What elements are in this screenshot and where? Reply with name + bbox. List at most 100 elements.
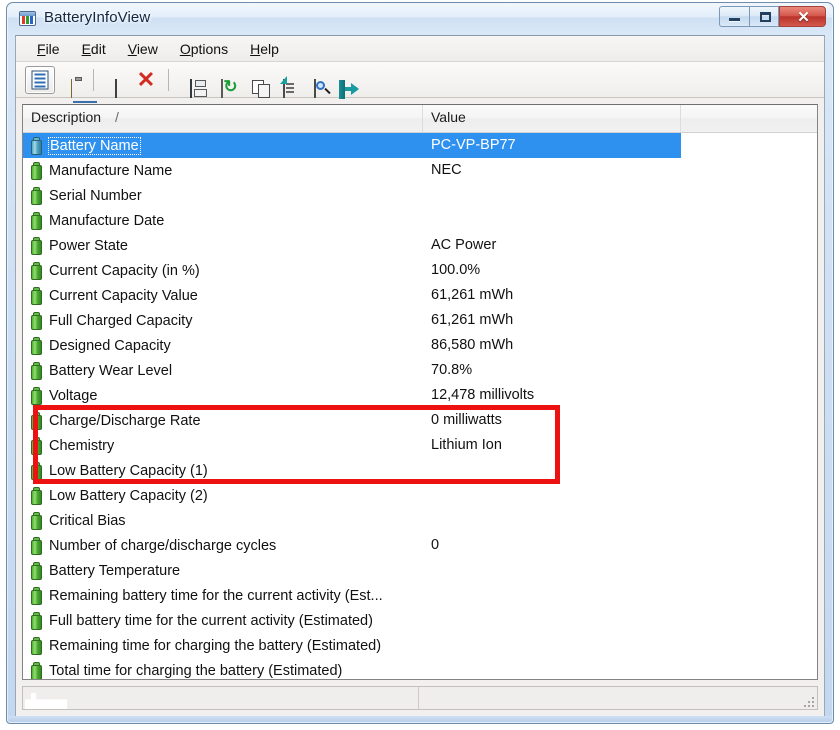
status-pane-left bbox=[23, 687, 419, 709]
clipboard-button[interactable] bbox=[56, 66, 99, 131]
table-row[interactable]: Chemistry Lithium Ion bbox=[23, 433, 817, 458]
html-report-button[interactable] bbox=[100, 66, 130, 98]
cell-description-label: Manufacture Date bbox=[49, 212, 165, 229]
list-body: Battery Name PC-VP-BP77 Manufacture Name NE… bbox=[23, 133, 817, 679]
table-row[interactable]: Voltage 12,478 millivolts bbox=[23, 383, 817, 408]
window-report-icon bbox=[115, 78, 117, 98]
list-header: Description / Value bbox=[23, 105, 817, 133]
cell-value bbox=[423, 633, 681, 658]
battery-icon bbox=[31, 636, 42, 655]
menu-item-file[interactable]: File bbox=[26, 39, 71, 59]
find-button[interactable] bbox=[299, 66, 329, 98]
copy-button[interactable] bbox=[237, 66, 270, 98]
close-button[interactable]: ✕ bbox=[779, 6, 826, 27]
menu-item-edit[interactable]: Edit bbox=[71, 39, 117, 59]
cell-description: Full Charged Capacity bbox=[23, 308, 423, 333]
title-bar[interactable]: BatteryInfoView ✕ bbox=[8, 4, 832, 34]
column-header-value[interactable]: Value bbox=[423, 105, 681, 132]
cell-description-label: Designed Capacity bbox=[49, 337, 171, 354]
table-row[interactable]: Battery Name PC-VP-BP77 bbox=[23, 133, 817, 158]
table-row[interactable]: Current Capacity Value 61,261 mWh bbox=[23, 283, 817, 308]
cell-description: Voltage bbox=[23, 383, 423, 408]
cell-description-label: Critical Bias bbox=[49, 512, 126, 529]
battery-info-app-icon bbox=[19, 11, 36, 26]
table-row[interactable]: Current Capacity (in %) 100.0% bbox=[23, 258, 817, 283]
table-row[interactable]: Number of charge/discharge cycles 0 bbox=[23, 533, 817, 558]
cell-value: 0 milliwatts bbox=[431, 412, 502, 428]
cell-value: 0 bbox=[431, 537, 440, 553]
battery-icon bbox=[31, 211, 42, 230]
client-area: File Edit View Options Help ✕ ↻ Descript… bbox=[15, 35, 825, 717]
table-row[interactable]: Charge/Discharge Rate 0 milliwatts bbox=[23, 408, 817, 433]
cell-description: Remaining time for charging the battery … bbox=[23, 633, 423, 658]
table-row[interactable]: Low Battery Capacity (1) bbox=[23, 458, 817, 483]
window-title: BatteryInfoView bbox=[44, 9, 151, 26]
cell-value bbox=[423, 483, 681, 508]
cell-description-label: Low Battery Capacity (2) bbox=[49, 487, 208, 504]
battery-icon bbox=[31, 186, 42, 205]
cell-value bbox=[423, 208, 681, 233]
floppy-save-icon bbox=[190, 78, 192, 98]
table-row[interactable]: Serial Number bbox=[23, 183, 817, 208]
minimize-button[interactable] bbox=[719, 6, 749, 27]
delete-button[interactable]: ✕ bbox=[131, 66, 161, 94]
table-row[interactable]: Manufacture Date bbox=[23, 208, 817, 233]
refresh-button[interactable] bbox=[206, 66, 236, 98]
battery-icon bbox=[31, 561, 42, 580]
cell-value bbox=[423, 583, 681, 608]
cell-description: Total time for charging the battery (Est… bbox=[23, 658, 423, 679]
table-row[interactable]: Designed Capacity 86,580 mWh bbox=[23, 333, 817, 358]
toolbar-separator bbox=[168, 68, 169, 91]
table-row[interactable]: Full Charged Capacity 61,261 mWh bbox=[23, 308, 817, 333]
table-row[interactable]: Power State AC Power bbox=[23, 233, 817, 258]
table-row[interactable]: Remaining time for charging the battery … bbox=[23, 633, 817, 658]
cell-description: Low Battery Capacity (2) bbox=[23, 483, 423, 508]
cell-value bbox=[423, 183, 681, 208]
table-row[interactable]: Full battery time for the current activi… bbox=[23, 608, 817, 633]
properties-sheet-icon bbox=[283, 78, 294, 98]
cell-value bbox=[423, 658, 681, 679]
table-row[interactable]: Critical Bias bbox=[23, 508, 817, 533]
cell-description-label: Total time for charging the battery (Est… bbox=[49, 662, 343, 679]
table-row[interactable]: Battery Temperature bbox=[23, 558, 817, 583]
status-bar bbox=[22, 686, 818, 710]
menu-item-view[interactable]: View bbox=[117, 39, 169, 59]
maximize-button[interactable] bbox=[749, 6, 779, 27]
cell-description: Battery Name bbox=[23, 133, 423, 158]
menu-bar: File Edit View Options Help bbox=[16, 36, 824, 62]
cell-description-label: Serial Number bbox=[49, 187, 142, 204]
battery-icon bbox=[31, 436, 42, 455]
battery-info-list[interactable]: Description / Value Battery Name PC-VP-BP… bbox=[22, 104, 818, 680]
red-x-icon: ✕ bbox=[136, 66, 156, 92]
application-window: BatteryInfoView ✕ File Edit View Options… bbox=[6, 2, 834, 724]
cell-description: Charge/Discharge Rate bbox=[23, 408, 423, 433]
close-icon: ✕ bbox=[797, 9, 810, 26]
column-header-empty[interactable] bbox=[681, 105, 817, 132]
properties-button[interactable] bbox=[25, 65, 55, 94]
cell-description-label: Chemistry bbox=[49, 437, 115, 454]
table-row[interactable]: Total time for charging the battery (Est… bbox=[23, 658, 817, 679]
cell-description: Battery Wear Level bbox=[23, 358, 423, 383]
menu-item-help[interactable]: Help bbox=[239, 39, 290, 59]
table-row[interactable]: Battery Wear Level 70.8% bbox=[23, 358, 817, 383]
cell-description-label: Low Battery Capacity (1) bbox=[49, 462, 208, 479]
minimize-icon bbox=[729, 18, 740, 21]
resize-grip[interactable] bbox=[802, 695, 814, 707]
cell-value: 70.8% bbox=[431, 362, 473, 378]
advanced-options-button[interactable] bbox=[268, 66, 298, 98]
save-button[interactable] bbox=[175, 66, 205, 98]
cell-description: Chemistry bbox=[23, 433, 423, 458]
cell-value: NEC bbox=[431, 162, 462, 178]
battery-icon bbox=[31, 586, 42, 605]
cell-description-label: Voltage bbox=[49, 387, 98, 404]
table-row[interactable]: Low Battery Capacity (2) bbox=[23, 483, 817, 508]
window-controls: ✕ bbox=[719, 6, 826, 28]
battery-icon bbox=[31, 261, 42, 280]
table-row[interactable]: Manufacture Name NEC bbox=[23, 158, 817, 183]
exit-button[interactable] bbox=[330, 66, 360, 99]
status-pane-right bbox=[419, 687, 817, 709]
column-header-description[interactable]: Description / bbox=[23, 105, 423, 132]
menu-item-options[interactable]: Options bbox=[169, 39, 239, 59]
table-row[interactable]: Remaining battery time for the current a… bbox=[23, 583, 817, 608]
cell-description-label: Full Charged Capacity bbox=[49, 312, 193, 329]
